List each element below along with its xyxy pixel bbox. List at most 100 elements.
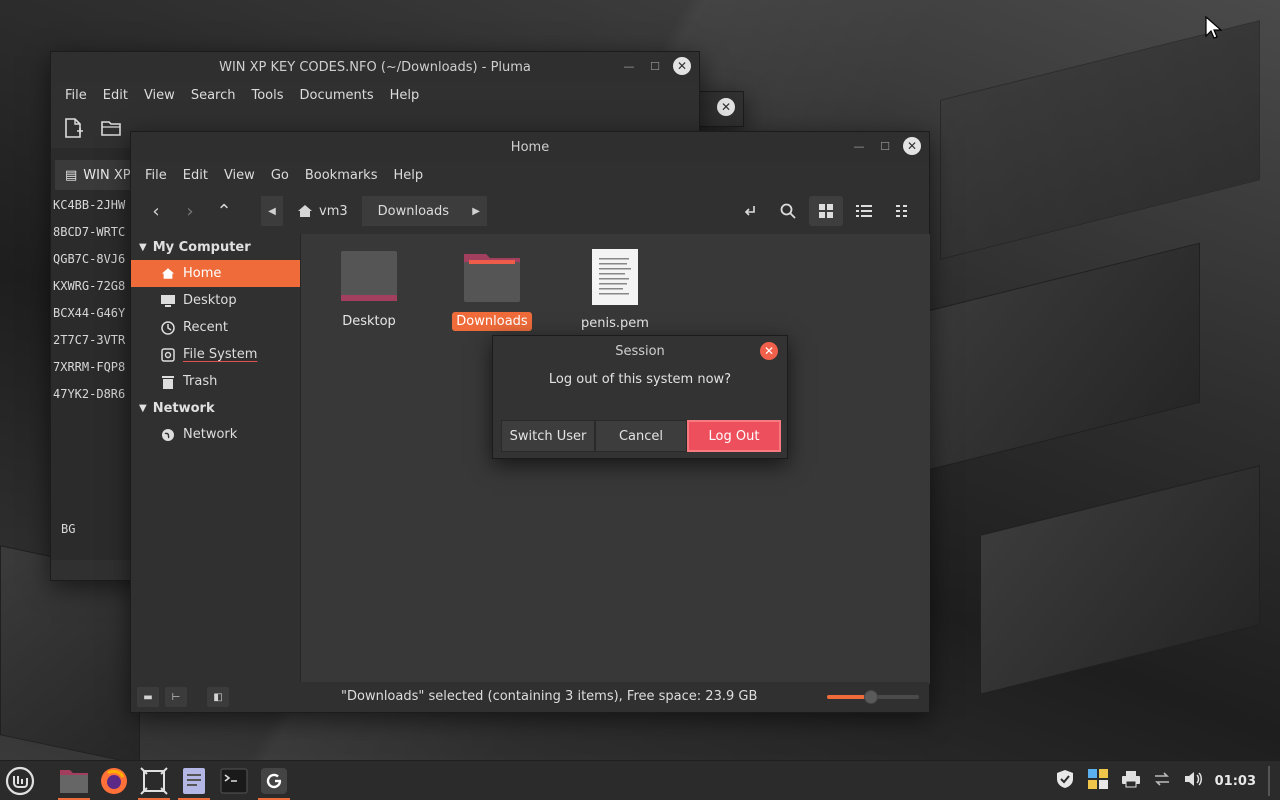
volume-icon[interactable] [1183, 770, 1203, 792]
log-out-button[interactable]: Log Out [687, 420, 781, 452]
session-dialog[interactable]: Session ✕ Log out of this system now? Sw… [492, 335, 788, 459]
minimize-icon[interactable]: — [621, 58, 637, 74]
close-icon[interactable]: ✕ [717, 98, 735, 116]
path-home-button[interactable]: vm3 [283, 196, 362, 226]
location-toggle-button[interactable] [733, 196, 767, 226]
text-editor-area[interactable]: KC4BB-2JHW 8BCD7-WRTC QGB7C-8VJ6 KXWRG-7… [53, 192, 125, 408]
sidebar-toggle-icon: ◧ [213, 691, 223, 703]
return-arrow-icon [744, 206, 755, 216]
sidebar-section-label: My Computer [152, 239, 251, 255]
menu-go[interactable]: Go [263, 168, 297, 183]
file-manager-titlebar[interactable]: Home — ☐ ✕ [131, 132, 929, 162]
cancel-button[interactable]: Cancel [595, 420, 687, 452]
file-manager-toolbar: ‹ › ⌃ ◀ vm3 Downloads ▶ [131, 188, 929, 234]
desktop-icon [161, 294, 175, 308]
network-icon [161, 428, 175, 442]
show-treeview-button[interactable]: ⊢ [165, 687, 187, 707]
file-manager-statusbar: ▬ ⊢ ◧ "Downloads" selected (containing 3… [131, 682, 929, 712]
clock[interactable]: 01:03 [1215, 774, 1256, 789]
switch-user-button[interactable]: Switch User [501, 420, 595, 452]
back-button[interactable]: ‹ [139, 196, 173, 226]
file-view[interactable]: Desktop Downloads penis.pem [302, 234, 930, 684]
text-line: 7XRRM-FQP8 [53, 360, 126, 374]
file-manager-title: Home [510, 139, 550, 155]
network-transfer-icon[interactable] [1153, 771, 1171, 791]
taskbar-terminal[interactable] [216, 763, 252, 799]
sidebar-item-desktop[interactable]: Desktop [131, 287, 300, 314]
new-document-icon[interactable] [61, 116, 85, 140]
taskbar-firefox[interactable] [96, 763, 132, 799]
hide-sidebar-button[interactable]: ◧ [207, 687, 229, 707]
menu-edit[interactable]: Edit [175, 168, 216, 183]
chevron-down-icon: ▼ [139, 402, 147, 414]
forward-button[interactable]: › [173, 196, 207, 226]
document-icon: ▤ [65, 167, 78, 183]
display-icon[interactable] [1087, 768, 1109, 794]
recent-icon [161, 320, 175, 335]
shield-icon[interactable] [1055, 769, 1075, 793]
taskbar-text-editor[interactable] [176, 763, 212, 800]
show-desktop-button[interactable] [1268, 766, 1270, 796]
list-view-button[interactable] [847, 196, 881, 226]
menu-help[interactable]: Help [385, 168, 431, 183]
session-button-row: Switch User Cancel Log Out [501, 420, 781, 452]
sidebar-section-header[interactable]: ▼ Network [131, 395, 300, 421]
menu-view[interactable]: View [216, 168, 263, 183]
sidebar-item-label: Desktop [183, 293, 237, 308]
sidebar-item-home[interactable]: Home [131, 260, 300, 287]
path-scroll-left-button[interactable]: ◀ [261, 196, 283, 226]
show-places-button[interactable]: ▬ [137, 687, 159, 707]
file-item-pem[interactable]: penis.pem [570, 248, 660, 333]
compact-view-button[interactable] [885, 196, 919, 226]
system-tray: 01:03 [1055, 761, 1270, 800]
printer-icon[interactable] [1121, 770, 1141, 792]
maximize-icon[interactable]: ☐ [647, 58, 663, 74]
menu-file[interactable]: File [137, 168, 175, 183]
zoom-handle[interactable] [864, 690, 878, 704]
menu-file[interactable]: File [57, 88, 95, 103]
path-current-button[interactable]: Downloads [361, 196, 466, 226]
up-button[interactable]: ⌃ [207, 196, 241, 226]
pluma-titlebar[interactable]: WIN XP KEY CODES.NFO (~/Downloads) - Plu… [51, 52, 699, 82]
taskbar-file-manager[interactable] [56, 763, 92, 800]
crop-frame-icon [140, 766, 168, 795]
refresh-icon [261, 767, 287, 794]
pluma-title: WIN XP KEY CODES.NFO (~/Downloads) - Plu… [219, 59, 531, 75]
taskbar-update-manager[interactable] [256, 763, 292, 800]
sidebar-item-file-system[interactable]: File System [131, 341, 300, 368]
sidebar-item-trash[interactable]: Trash [131, 368, 300, 395]
session-titlebar[interactable]: Session ✕ [493, 336, 787, 366]
sidebar-item-network[interactable]: Network [131, 421, 300, 448]
menu-view[interactable]: View [136, 88, 183, 103]
taskbar-screenshot-tool[interactable] [136, 763, 172, 800]
path-current-label: Downloads [377, 203, 450, 219]
close-icon[interactable]: ✕ [760, 342, 778, 360]
maximize-icon[interactable]: ☐ [877, 138, 893, 154]
mint-logo-icon [5, 766, 35, 795]
path-home-label: vm3 [319, 203, 348, 219]
menu-help[interactable]: Help [382, 88, 428, 103]
menu-search[interactable]: Search [183, 88, 244, 103]
minimize-icon[interactable]: — [851, 138, 867, 154]
zoom-slider[interactable] [827, 690, 919, 704]
search-button[interactable] [771, 196, 805, 226]
path-scroll-right-button[interactable]: ▶ [465, 196, 488, 226]
sidebar-item-label: Home [183, 266, 222, 281]
drive-icon [161, 347, 175, 362]
open-folder-icon[interactable] [99, 116, 123, 140]
start-menu-button[interactable] [2, 763, 38, 799]
close-icon[interactable]: ✕ [673, 57, 691, 75]
file-item-desktop[interactable]: Desktop [324, 250, 414, 331]
menu-edit[interactable]: Edit [95, 88, 136, 103]
sidebar: ▼ My Computer Home Desktop Recent File S… [131, 234, 301, 684]
menu-bookmarks[interactable]: Bookmarks [297, 168, 386, 183]
menu-tools[interactable]: Tools [243, 88, 291, 103]
status-text: "Downloads" selected (containing 3 items… [341, 689, 758, 704]
menu-documents[interactable]: Documents [292, 88, 382, 103]
icon-view-button[interactable] [809, 196, 843, 226]
file-item-downloads[interactable]: Downloads [447, 250, 537, 331]
close-icon[interactable]: ✕ [903, 137, 921, 155]
sidebar-item-recent[interactable]: Recent [131, 314, 300, 341]
sidebar-section-header[interactable]: ▼ My Computer [131, 234, 300, 260]
terminal-icon [220, 768, 248, 793]
